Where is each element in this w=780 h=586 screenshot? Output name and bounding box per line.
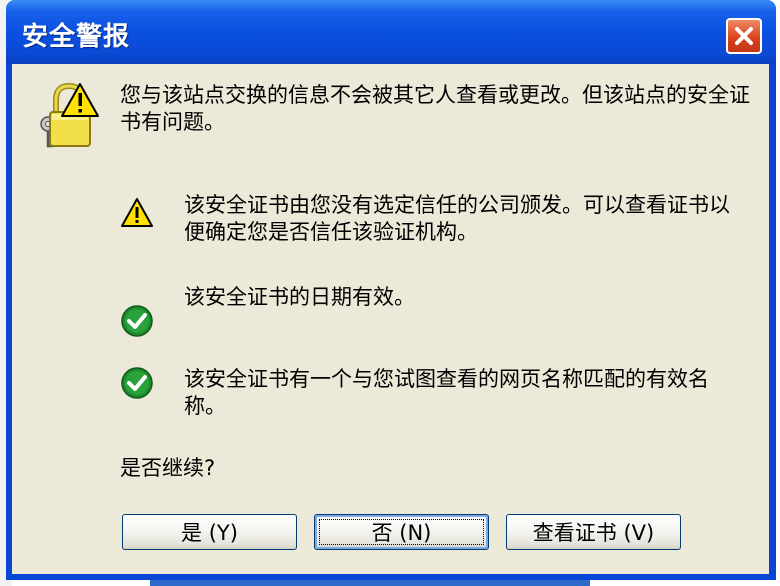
title-bar[interactable]: 安全警报 bbox=[6, 0, 776, 64]
condition-text-name: 该安全证书有一个与您试图查看的网页名称匹配的有效名称。 bbox=[184, 367, 709, 418]
no-button[interactable]: 否 (N) bbox=[314, 514, 489, 550]
window-title: 安全警报 bbox=[22, 22, 131, 52]
close-button[interactable] bbox=[726, 18, 762, 54]
continue-question: 是否继续? bbox=[120, 456, 216, 480]
view-certificate-button[interactable]: 查看证书 (V) bbox=[506, 514, 681, 550]
close-icon bbox=[735, 27, 753, 45]
condition-text-date: 该安全证书的日期有效。 bbox=[184, 285, 415, 309]
security-alert-dialog: 安全警报 您与该站点交换的信息不会被其它人查看或更改。但该站点的安全证书有问题。 bbox=[6, 0, 776, 580]
check-icon bbox=[121, 367, 153, 399]
condition-text-issuer: 该安全证书由您没有选定信任的公司颁发。可以查看证书以便确定您是否信任该验证机构。 bbox=[184, 193, 730, 244]
check-icon bbox=[121, 305, 153, 337]
yes-button[interactable]: 是 (Y) bbox=[122, 514, 297, 550]
main-message: 您与该站点交换的信息不会被其它人查看或更改。但该站点的安全证书有问题。 bbox=[120, 83, 750, 134]
warning-icon bbox=[121, 198, 153, 227]
lock-warning-icon bbox=[40, 82, 99, 148]
dialog-body: 您与该站点交换的信息不会被其它人查看或更改。但该站点的安全证书有问题。 该安全证… bbox=[12, 64, 769, 574]
